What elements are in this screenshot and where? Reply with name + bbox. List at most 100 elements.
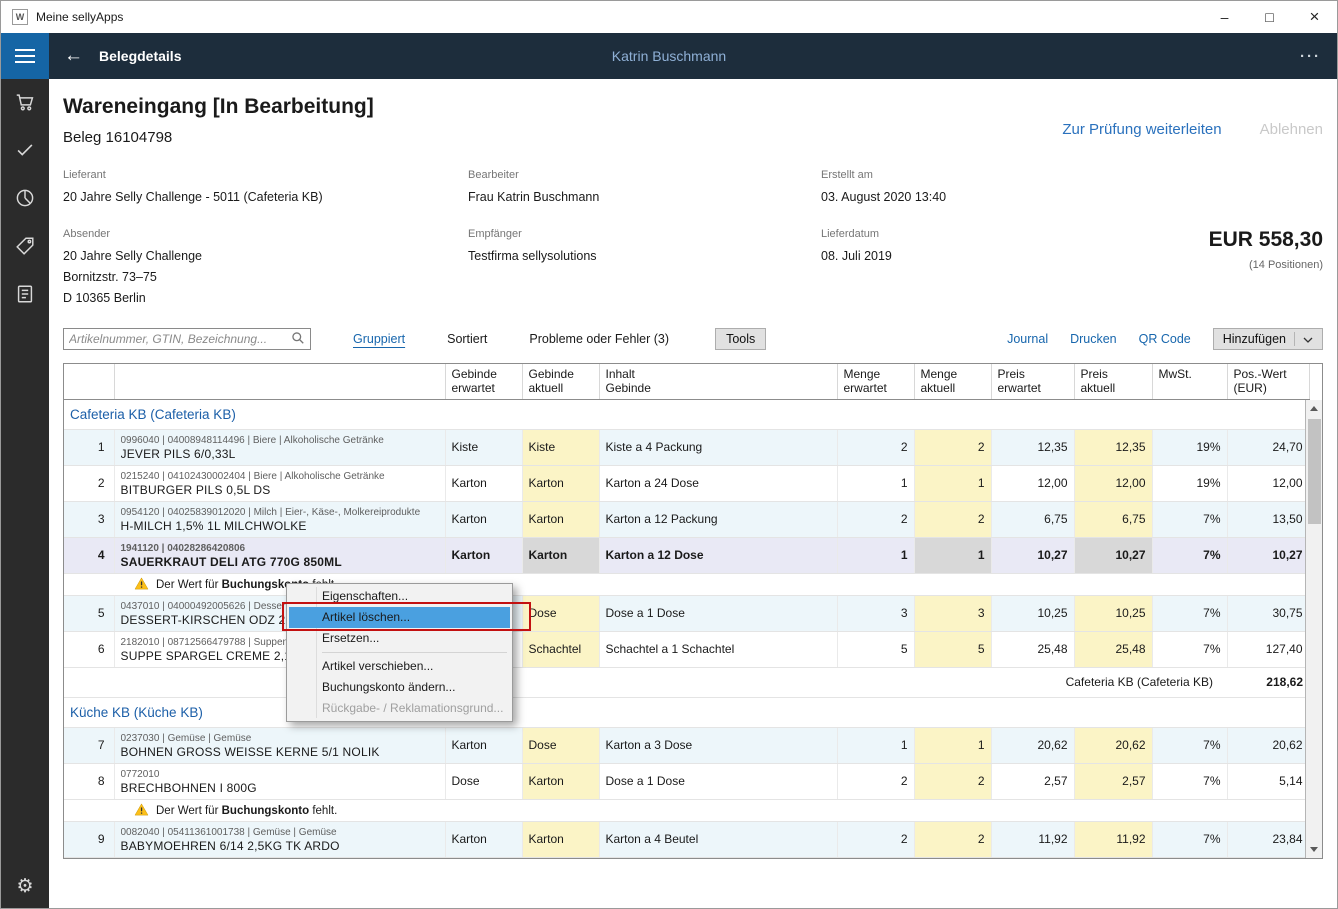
gebinde-aktuell-cell: Karton [522, 501, 599, 537]
warning-message: Der Wert für Buchungskonto fehlt. [64, 799, 1309, 821]
preis-erwartet-cell: 12,35 [991, 429, 1074, 465]
article-row[interactable]: 41941120 | 04028286420806SAUERKRAUT DELI… [64, 537, 1309, 573]
gebinde-aktuell-cell: Kiste [522, 429, 599, 465]
context-menu-item[interactable]: Eigenschaften... [289, 586, 510, 607]
field-value: Bornitzstr. 73–75 [63, 267, 468, 288]
mwst-cell: 19% [1152, 465, 1227, 501]
pos-wert-cell: 13,50 [1227, 501, 1309, 537]
document-details: Lieferant 20 Jahre Selly Challenge - 501… [63, 169, 1323, 309]
article-cell: 0996040 | 04008948114496 | Biere | Alkoh… [114, 429, 445, 465]
app-window: W Meine sellyApps – □ × ← Belegdetails K… [0, 0, 1338, 909]
menge-erwartet-cell: 3 [837, 595, 914, 631]
article-row[interactable]: 50437010 | 04000492005626 | DessertsDESS… [64, 595, 1309, 631]
sidebar-item-purchase[interactable] [1, 79, 49, 127]
pie-chart-icon [14, 187, 36, 212]
gebinde-aktuell-cell: Dose [522, 727, 599, 763]
column-header[interactable]: Preisaktuell [1074, 364, 1152, 399]
sidebar-item-approvals[interactable] [1, 127, 49, 175]
article-row[interactable]: 62182010 | 08712566479788 | SuppenSUPPE … [64, 631, 1309, 667]
gebinde-erwartet-cell: Karton [445, 537, 522, 573]
maximize-button[interactable]: □ [1247, 1, 1292, 33]
search-input[interactable] [69, 332, 291, 346]
group-toggle-link[interactable]: Gruppiert [353, 332, 405, 346]
sort-link[interactable]: Sortiert [447, 332, 487, 346]
sidebar-item-statistics[interactable] [1, 175, 49, 223]
context-menu-item[interactable]: Buchungskonto ändern... [289, 677, 510, 698]
article-meta: 0772010 [121, 768, 439, 781]
article-row[interactable]: 90082040 | 05411361001738 | Gemüse | Gem… [64, 821, 1309, 857]
column-header[interactable] [114, 364, 445, 399]
article-row[interactable]: 30954120 | 04025839012020 | Milch | Eier… [64, 501, 1309, 537]
minimize-button[interactable]: – [1202, 1, 1247, 33]
mwst-cell: 7% [1152, 763, 1227, 799]
button-divider [1294, 332, 1295, 346]
row-number: 8 [64, 763, 114, 799]
mwst-cell: 7% [1152, 595, 1227, 631]
group-header-label: Cafeteria KB (Cafeteria KB) [64, 399, 1309, 429]
close-button[interactable]: × [1292, 1, 1337, 33]
add-button[interactable]: Hinzufügen [1213, 328, 1323, 350]
search-icon[interactable] [291, 331, 305, 348]
page-head: Wareneingang [In Bearbeitung] Beleg 1610… [63, 95, 1323, 147]
article-row[interactable]: 70237030 | Gemüse | GemüseBOHNEN GROSS W… [64, 727, 1309, 763]
column-header[interactable]: Mengeaktuell [914, 364, 991, 399]
column-header[interactable]: InhaltGebinde [599, 364, 837, 399]
print-link[interactable]: Drucken [1070, 332, 1117, 346]
scrollbar-thumb[interactable] [1308, 419, 1321, 524]
context-menu-item[interactable]: Artikel löschen... [289, 607, 510, 628]
field-lieferdatum: Lieferdatum 08. Juli 2019 [821, 228, 1191, 309]
journal-link[interactable]: Journal [1007, 332, 1048, 346]
group-header[interactable]: Cafeteria KB (Cafeteria KB) [64, 399, 1309, 429]
article-row[interactable]: 80772010BRECHBOHNEN I 800GDoseKartonDose… [64, 763, 1309, 799]
column-header[interactable]: Gebindeerwartet [445, 364, 522, 399]
scroll-up-button[interactable] [1306, 400, 1323, 417]
preis-erwartet-cell: 2,57 [991, 763, 1074, 799]
column-header[interactable]: Preiserwartet [991, 364, 1074, 399]
article-name: BOHNEN GROSS WEISSE KERNE 5/1 NOLIK [121, 745, 439, 760]
article-name: SAUERKRAUT DELI ATG 770G 850ML [121, 555, 439, 570]
context-menu-item[interactable]: Ersetzen... [289, 628, 510, 649]
context-menu-item[interactable]: Artikel verschieben... [289, 656, 510, 677]
pos-wert-cell: 20,62 [1227, 727, 1309, 763]
preis-aktuell-cell: 2,57 [1074, 763, 1152, 799]
inhalt-gebinde-cell: Schachtel a 1 Schachtel [599, 631, 837, 667]
scroll-up-icon [1310, 406, 1318, 411]
close-icon: × [1310, 7, 1320, 27]
article-cell: 0215240 | 04102430002404 | Biere | Alkoh… [114, 465, 445, 501]
sidebar-item-settings[interactable]: ⚙ [1, 864, 49, 908]
field-label: Empfänger [468, 228, 821, 241]
column-header[interactable]: MwSt. [1152, 364, 1227, 399]
column-header[interactable]: Pos.-Wert(EUR) [1227, 364, 1309, 399]
menge-aktuell-cell: 1 [914, 537, 991, 573]
preis-aktuell-cell: 10,25 [1074, 595, 1152, 631]
sidebar-item-catalog[interactable] [1, 271, 49, 319]
preis-erwartet-cell: 12,00 [991, 465, 1074, 501]
forward-for-review-button[interactable]: Zur Prüfung weiterleiten [1062, 121, 1221, 138]
column-header[interactable] [64, 364, 114, 399]
article-cell: 0082040 | 05411361001738 | Gemüse | Gemü… [114, 821, 445, 857]
row-number: 1 [64, 429, 114, 465]
vertical-scrollbar[interactable] [1305, 400, 1322, 858]
article-row[interactable]: 10996040 | 04008948114496 | Biere | Alko… [64, 429, 1309, 465]
toolbar: Gruppiert Sortiert Probleme oder Fehler … [63, 327, 1323, 351]
scroll-down-button[interactable] [1306, 841, 1323, 858]
tools-button[interactable]: Tools [715, 328, 766, 350]
menge-aktuell-cell: 1 [914, 465, 991, 501]
reject-button[interactable]: Ablehnen [1260, 121, 1323, 138]
field-erstellt-am: Erstellt am 03. August 2020 13:40 [821, 169, 1323, 208]
group-header[interactable]: Küche KB (Küche KB) [64, 697, 1309, 727]
sidebar-item-prices[interactable] [1, 223, 49, 271]
add-button-label: Hinzufügen [1223, 332, 1286, 346]
group-footer-label: Cafeteria KB (Cafeteria KB) [64, 667, 1227, 697]
column-header[interactable]: Gebindeaktuell [522, 364, 599, 399]
field-label: Lieferdatum [821, 228, 1191, 241]
article-meta: 0082040 | 05411361001738 | Gemüse | Gemü… [121, 826, 439, 839]
menge-erwartet-cell: 1 [837, 537, 914, 573]
article-cell: 0954120 | 04025839012020 | Milch | Eier-… [114, 501, 445, 537]
article-row[interactable]: 20215240 | 04102430002404 | Biere | Alko… [64, 465, 1309, 501]
column-header[interactable]: Mengeerwartet [837, 364, 914, 399]
field-absender: Absender 20 Jahre Selly Challenge Bornit… [63, 228, 468, 309]
qr-code-link[interactable]: QR Code [1139, 332, 1191, 346]
problems-link[interactable]: Probleme oder Fehler (3) [529, 332, 669, 346]
position-count: (14 Positionen) [1191, 259, 1323, 271]
